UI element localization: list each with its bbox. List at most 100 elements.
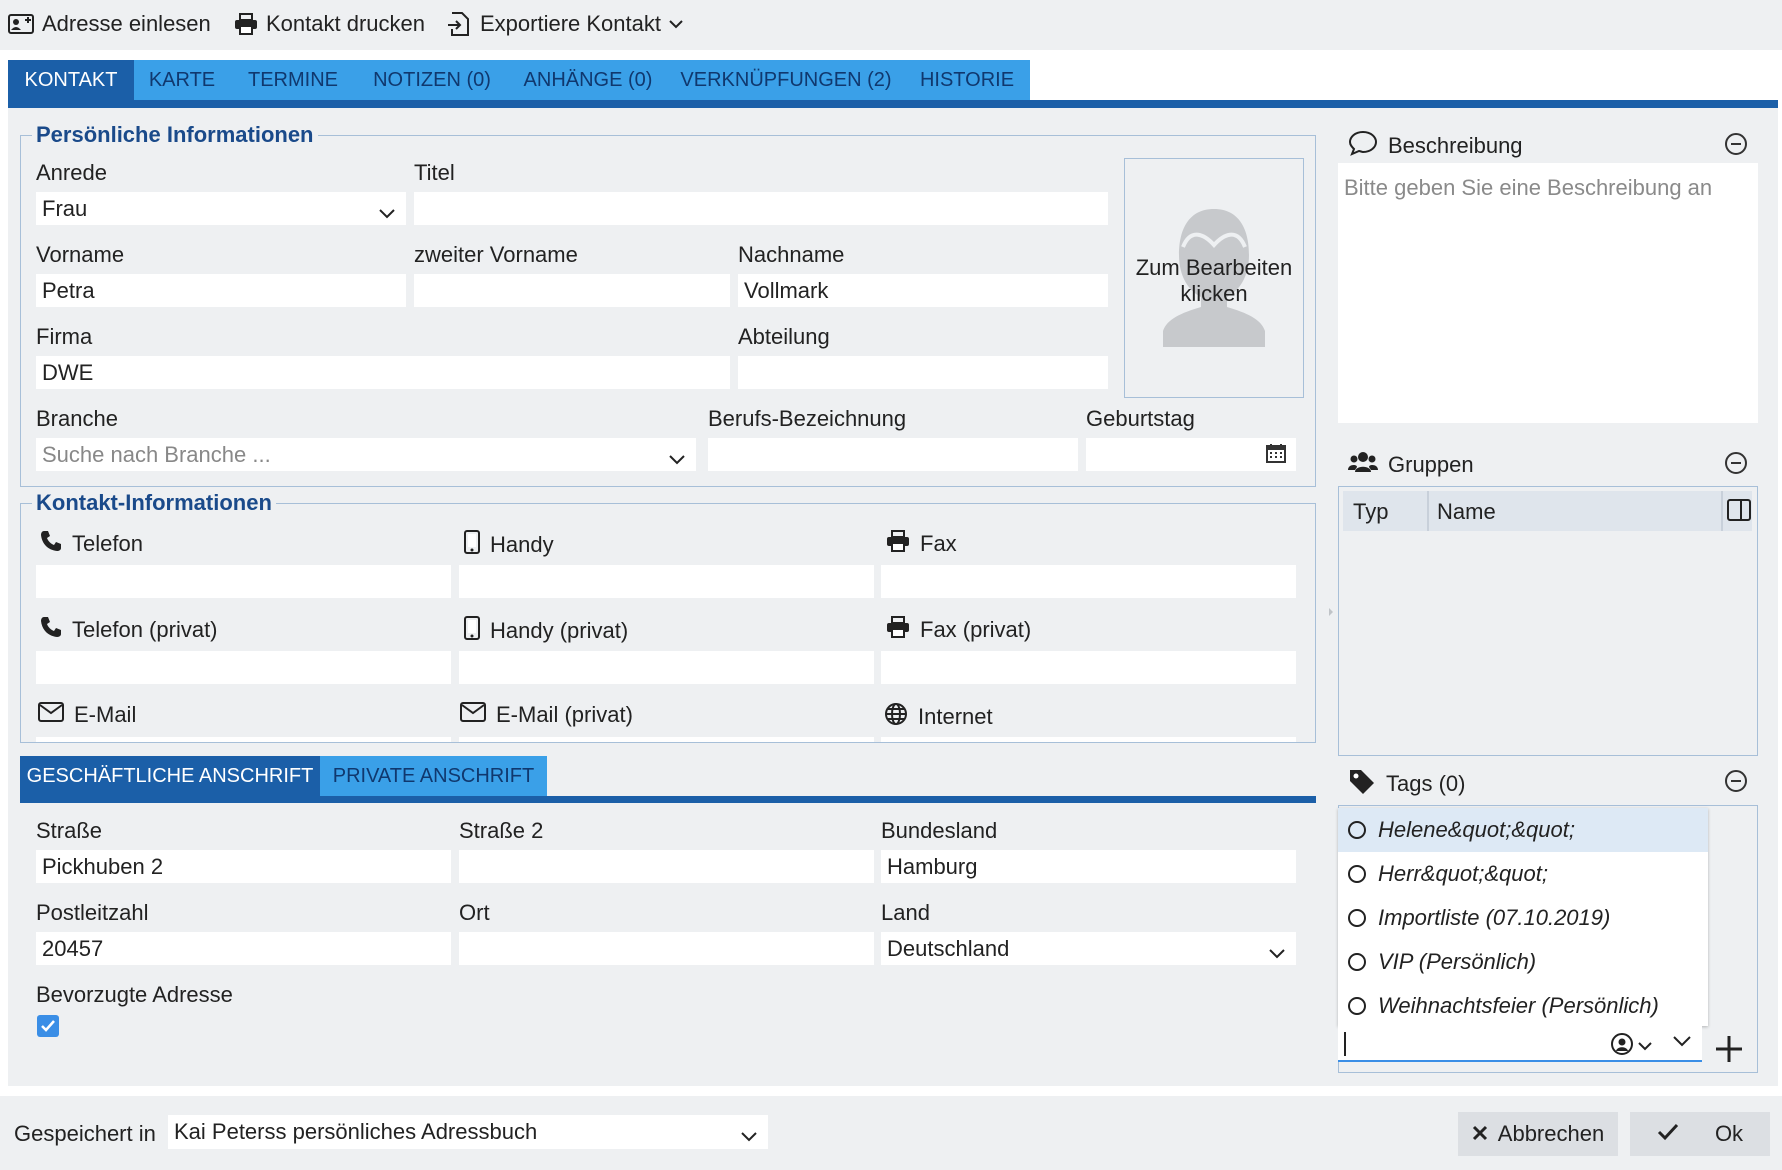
collapse-tags-icon[interactable]: [1725, 770, 1747, 792]
country-value: Deutschland: [887, 935, 1010, 961]
title-input[interactable]: [414, 192, 1108, 225]
export-icon: [446, 11, 472, 37]
fax-input[interactable]: [881, 565, 1296, 598]
street-label: Straße: [36, 818, 103, 843]
tab-private-address[interactable]: PRIVATE ANSCHRIFT: [320, 756, 547, 796]
tab-karte[interactable]: KARTE: [134, 60, 230, 100]
street2-input[interactable]: [459, 850, 874, 883]
print-contact-label: Kontakt drucken: [266, 11, 425, 36]
description-textarea[interactable]: Bitte geben Sie eine Beschreibung an: [1338, 163, 1758, 423]
city-input[interactable]: [459, 932, 874, 965]
preferred-address-checkbox[interactable]: [37, 1015, 59, 1037]
middlename-label: zweiter Vorname: [414, 242, 578, 267]
phone-icon: [40, 616, 62, 644]
salutation-label: Anrede: [36, 160, 107, 185]
radio-icon: [1348, 953, 1366, 971]
phone-private-input[interactable]: [36, 651, 451, 684]
email-label-text: E-Mail: [74, 702, 137, 727]
collapse-description-icon[interactable]: [1725, 133, 1747, 155]
industry-placeholder: Suche nach Branche ...: [42, 441, 271, 467]
export-contact-dropdown[interactable]: Exportiere Kontakt: [446, 9, 683, 39]
city-label: Ort: [459, 900, 490, 925]
state-label: Bundesland: [881, 818, 998, 843]
zip-input[interactable]: 20457: [36, 932, 451, 965]
chevron-down-icon: [1268, 940, 1286, 965]
tag-option-label: VIP (Persönlich): [1378, 949, 1537, 974]
mobile-input[interactable]: [459, 565, 874, 598]
cancel-button[interactable]: Abbrechen: [1458, 1112, 1618, 1156]
lastname-input[interactable]: Vollmark: [738, 274, 1108, 307]
middlename-input[interactable]: [414, 274, 730, 307]
company-input[interactable]: DWE: [36, 356, 730, 389]
radio-icon: [1348, 821, 1366, 839]
birthday-input[interactable]: [1086, 438, 1296, 471]
email-private-input[interactable]: [459, 737, 874, 742]
industry-search-select[interactable]: Suche nach Branche ...: [36, 438, 696, 471]
print-contact-button[interactable]: Kontakt drucken: [234, 9, 425, 39]
ok-label: Ok: [1714, 1121, 1744, 1146]
tag-option[interactable]: Herr&quot;&quot;: [1338, 852, 1708, 896]
email-input[interactable]: [36, 737, 451, 742]
firstname-input[interactable]: Petra: [36, 274, 406, 307]
description-placeholder: Bitte geben Sie eine Beschreibung an: [1344, 175, 1713, 200]
groups-column-name[interactable]: Name: [1437, 499, 1496, 525]
description-title: Beschreibung: [1388, 133, 1523, 158]
fax-label-text: Fax: [920, 531, 957, 556]
checkmark-icon: [37, 1020, 59, 1041]
phone-icon: [40, 530, 62, 558]
mobile-label-text: Handy: [490, 532, 554, 557]
tag-option-label: Weihnachtsfeier (Persönlich): [1378, 993, 1659, 1018]
address-book-select[interactable]: Kai Peterss persönliches Adressbuch: [168, 1115, 768, 1149]
add-tag-plus-icon[interactable]: [1714, 1034, 1744, 1069]
close-icon: [1472, 1121, 1488, 1147]
salutation-select[interactable]: Frau: [36, 192, 406, 225]
tag-input[interactable]: [1338, 1026, 1702, 1062]
tab-verknuepfungen[interactable]: VERKNÜPFUNGEN (2): [668, 60, 904, 100]
mobile-label: Handy: [464, 530, 554, 560]
calendar-icon[interactable]: [1266, 443, 1286, 469]
tag-option[interactable]: Weihnachtsfeier (Persönlich): [1338, 984, 1708, 1028]
user-circle-icon[interactable]: [1610, 1032, 1634, 1061]
columns-toggle-icon[interactable]: [1727, 499, 1751, 526]
internet-input[interactable]: [881, 737, 1296, 742]
tab-kontakt[interactable]: KONTAKT: [8, 60, 134, 100]
state-input[interactable]: Hamburg: [881, 850, 1296, 883]
cancel-label: Abbrechen: [1497, 1121, 1605, 1146]
tags-title: Tags (0): [1386, 771, 1466, 796]
tag-option[interactable]: Helene&quot;&quot;: [1338, 808, 1708, 852]
chevron-down-icon[interactable]: [1672, 1034, 1692, 1052]
radio-icon: [1348, 997, 1366, 1015]
splitter-handle[interactable]: [1326, 600, 1336, 624]
photo-placeholder[interactable]: Zum Bearbeiten klicken: [1124, 158, 1304, 398]
column-divider: [1721, 491, 1723, 531]
tag-option[interactable]: VIP (Persönlich): [1338, 940, 1708, 984]
ok-button[interactable]: Ok: [1630, 1112, 1770, 1156]
tag-icon: [1348, 768, 1376, 800]
tab-notizen[interactable]: NOTIZEN (0): [356, 60, 508, 100]
phone-input[interactable]: [36, 565, 451, 598]
tab-anhaenge[interactable]: ANHÄNGE (0): [508, 60, 668, 100]
tab-historie[interactable]: HISTORIE: [904, 60, 1030, 100]
tab-business-address[interactable]: GESCHÄFTLICHE ANSCHRIFT: [20, 756, 320, 796]
street-input[interactable]: Pickhuben 2: [36, 850, 451, 883]
column-divider: [1427, 491, 1429, 531]
tags-header: Tags (0): [1348, 768, 1465, 800]
country-select[interactable]: Deutschland: [881, 932, 1296, 965]
fax-private-input[interactable]: [881, 651, 1296, 684]
read-address-button[interactable]: Adresse einlesen: [8, 9, 211, 39]
mobile-private-label: Handy (privat): [464, 616, 628, 646]
tab-termine[interactable]: TERMINE: [230, 60, 356, 100]
collapse-groups-icon[interactable]: [1725, 452, 1747, 474]
zip-label: Postleitzahl: [36, 900, 149, 925]
groups-column-typ[interactable]: Typ: [1353, 499, 1388, 525]
mobile-private-input[interactable]: [459, 651, 874, 684]
mobile-private-label-text: Handy (privat): [490, 618, 629, 643]
chevron-down-icon: [740, 1123, 758, 1149]
lastname-label: Nachname: [738, 242, 845, 267]
department-input[interactable]: [738, 356, 1108, 389]
radio-icon: [1348, 865, 1366, 883]
job-title-input[interactable]: [708, 438, 1078, 471]
chevron-down-icon[interactable]: [1638, 1038, 1652, 1056]
text-cursor: [1344, 1032, 1346, 1056]
tag-option[interactable]: Importliste (07.10.2019): [1338, 896, 1708, 940]
